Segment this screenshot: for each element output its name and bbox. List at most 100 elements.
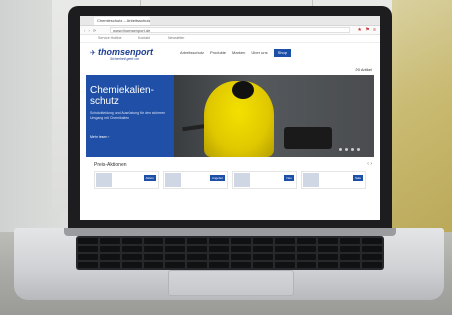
browser-url-bar: ‹ › ⟳ www.thomsenport.de ★ ⚑ ≡	[80, 26, 380, 35]
address-input[interactable]: www.thomsenport.de	[110, 27, 350, 33]
nav-item-arbeitsschutz[interactable]: Arbeitsschutz	[180, 49, 204, 57]
browser-tab-bar: Chemieschutz – Arbeitsschutz	[80, 16, 380, 26]
keyboard-key	[209, 238, 229, 244]
browser-nav-icons[interactable]: ‹ › ⟳	[84, 28, 97, 33]
keyboard-key	[165, 262, 186, 268]
carousel-dot[interactable]	[339, 148, 342, 151]
carousel-dot[interactable]	[357, 148, 360, 151]
keyboard-key	[362, 238, 382, 244]
top-link-kontakt[interactable]: Kontakt	[138, 36, 150, 40]
nav-item-ueber-uns[interactable]: Über uns	[251, 49, 267, 57]
hero-read-more-link[interactable]: Mehr lesen ›	[90, 135, 109, 139]
site-header: ✈ thomsenport Sicherheit geht vor Arbeit…	[80, 43, 380, 65]
site-top-strip: Service Hotline Kontakt Newsletter	[80, 35, 380, 43]
nav-item-produkte[interactable]: Produkte	[210, 49, 226, 57]
keyboard-key	[165, 238, 186, 244]
promotions-arrows[interactable]: ‹ ›	[367, 161, 372, 167]
keyboard-key	[252, 246, 273, 252]
hero-image-bucket	[284, 127, 332, 149]
keyboard-key	[231, 246, 251, 252]
keyboard-key	[231, 254, 251, 260]
main-nav: Arbeitsschutz Produkte Marken Über uns S…	[180, 49, 291, 57]
hero-text: Schutzkleidung und Ausrüstung für den si…	[90, 111, 166, 120]
promotions-header: Preis-Aktionen ‹ ›	[80, 157, 380, 171]
keyboard-key	[274, 246, 295, 252]
browser-toolbar-icons[interactable]: ★ ⚑ ≡	[357, 27, 377, 33]
carousel-dot[interactable]	[345, 148, 348, 151]
keyboard-key	[362, 246, 382, 252]
keyboard-key	[296, 238, 317, 244]
nav-item-shop[interactable]: Shop	[273, 49, 291, 57]
keyboard-key	[318, 262, 339, 268]
keyboard-key	[143, 238, 164, 244]
keyboard-key	[318, 246, 339, 252]
hero-text-panel: Chemiekalien-schutz Schutzkleidung und A…	[86, 75, 174, 157]
keyboard-key	[165, 246, 186, 252]
promotion-card-label: Sale	[352, 175, 363, 181]
logo-tagline: Sicherheit geht vor	[110, 57, 140, 61]
keyboard-key	[187, 254, 208, 260]
cart-link[interactable]: 0 Artikel	[358, 67, 372, 72]
laptop-screen: Chemieschutz – Arbeitsschutz ‹ › ⟳ www.t…	[80, 16, 380, 220]
keyboard-key	[165, 254, 186, 260]
promotion-card-image	[234, 173, 250, 187]
keyboard-key	[99, 262, 120, 268]
hero-image-mask	[232, 81, 254, 99]
nav-item-marken[interactable]: Marken	[232, 49, 245, 57]
laptop-trackpad	[168, 270, 294, 296]
laptop-hinge	[64, 228, 396, 236]
keyboard-key	[340, 254, 361, 260]
keyboard-key	[187, 262, 208, 268]
laptop-keyboard	[76, 236, 384, 270]
keyboard-key	[296, 254, 317, 260]
promotion-card[interactable]: Neu	[232, 171, 297, 189]
keyboard-key	[318, 238, 339, 244]
logo-icon: ✈	[90, 50, 96, 57]
keyboard-key	[187, 246, 208, 252]
keyboard-key	[231, 238, 251, 244]
top-link-newsletter[interactable]: Newsletter	[168, 36, 185, 40]
keyboard-key	[99, 254, 120, 260]
promotions-title: Preis-Aktionen	[94, 162, 127, 168]
search-row: ⌕ 0 Artikel	[80, 65, 380, 75]
keyboard-key	[252, 254, 273, 260]
keyboard-key	[121, 262, 142, 268]
promotion-card-label: Neu	[284, 175, 294, 181]
promotion-card[interactable]: Sale	[301, 171, 366, 189]
keyboard-key	[121, 238, 142, 244]
keyboard-key	[362, 262, 382, 268]
keyboard-key	[143, 254, 164, 260]
keyboard-key	[209, 262, 229, 268]
keyboard-key	[274, 262, 295, 268]
keyboard-key	[252, 262, 273, 268]
laptop-lid: Chemieschutz – Arbeitsschutz ‹ › ⟳ www.t…	[68, 6, 392, 232]
carousel-dot[interactable]	[351, 148, 354, 151]
site-logo[interactable]: thomsenport	[98, 47, 153, 57]
background-protective-suit	[392, 0, 452, 260]
keyboard-key	[296, 262, 317, 268]
browser-tab[interactable]: Chemieschutz – Arbeitsschutz	[94, 17, 150, 25]
keyboard-key	[318, 254, 339, 260]
promotion-card-image	[303, 173, 319, 187]
keyboard-key	[78, 262, 98, 268]
keyboard-key	[99, 238, 120, 244]
promotion-card[interactable]: Aktion	[94, 171, 159, 189]
keyboard-key	[274, 254, 295, 260]
keyboard-key	[340, 238, 361, 244]
keyboard-key	[143, 262, 164, 268]
hero-title: Chemiekalien-schutz	[90, 85, 154, 107]
keyboard-key	[121, 254, 142, 260]
keyboard-key	[78, 254, 98, 260]
keyboard-key	[78, 246, 98, 252]
keyboard-key	[209, 246, 229, 252]
promotion-cards: Aktion Angebot Neu Sale	[94, 171, 366, 189]
promotion-card-label: Angebot	[209, 175, 225, 181]
keyboard-key	[340, 262, 361, 268]
keyboard-key	[340, 246, 361, 252]
keyboard-key	[231, 262, 251, 268]
top-link-hotline[interactable]: Service Hotline	[98, 36, 122, 40]
keyboard-key	[296, 246, 317, 252]
carousel-dots[interactable]	[339, 148, 360, 151]
promotion-card[interactable]: Angebot	[163, 171, 228, 189]
keyboard-key	[362, 254, 382, 260]
